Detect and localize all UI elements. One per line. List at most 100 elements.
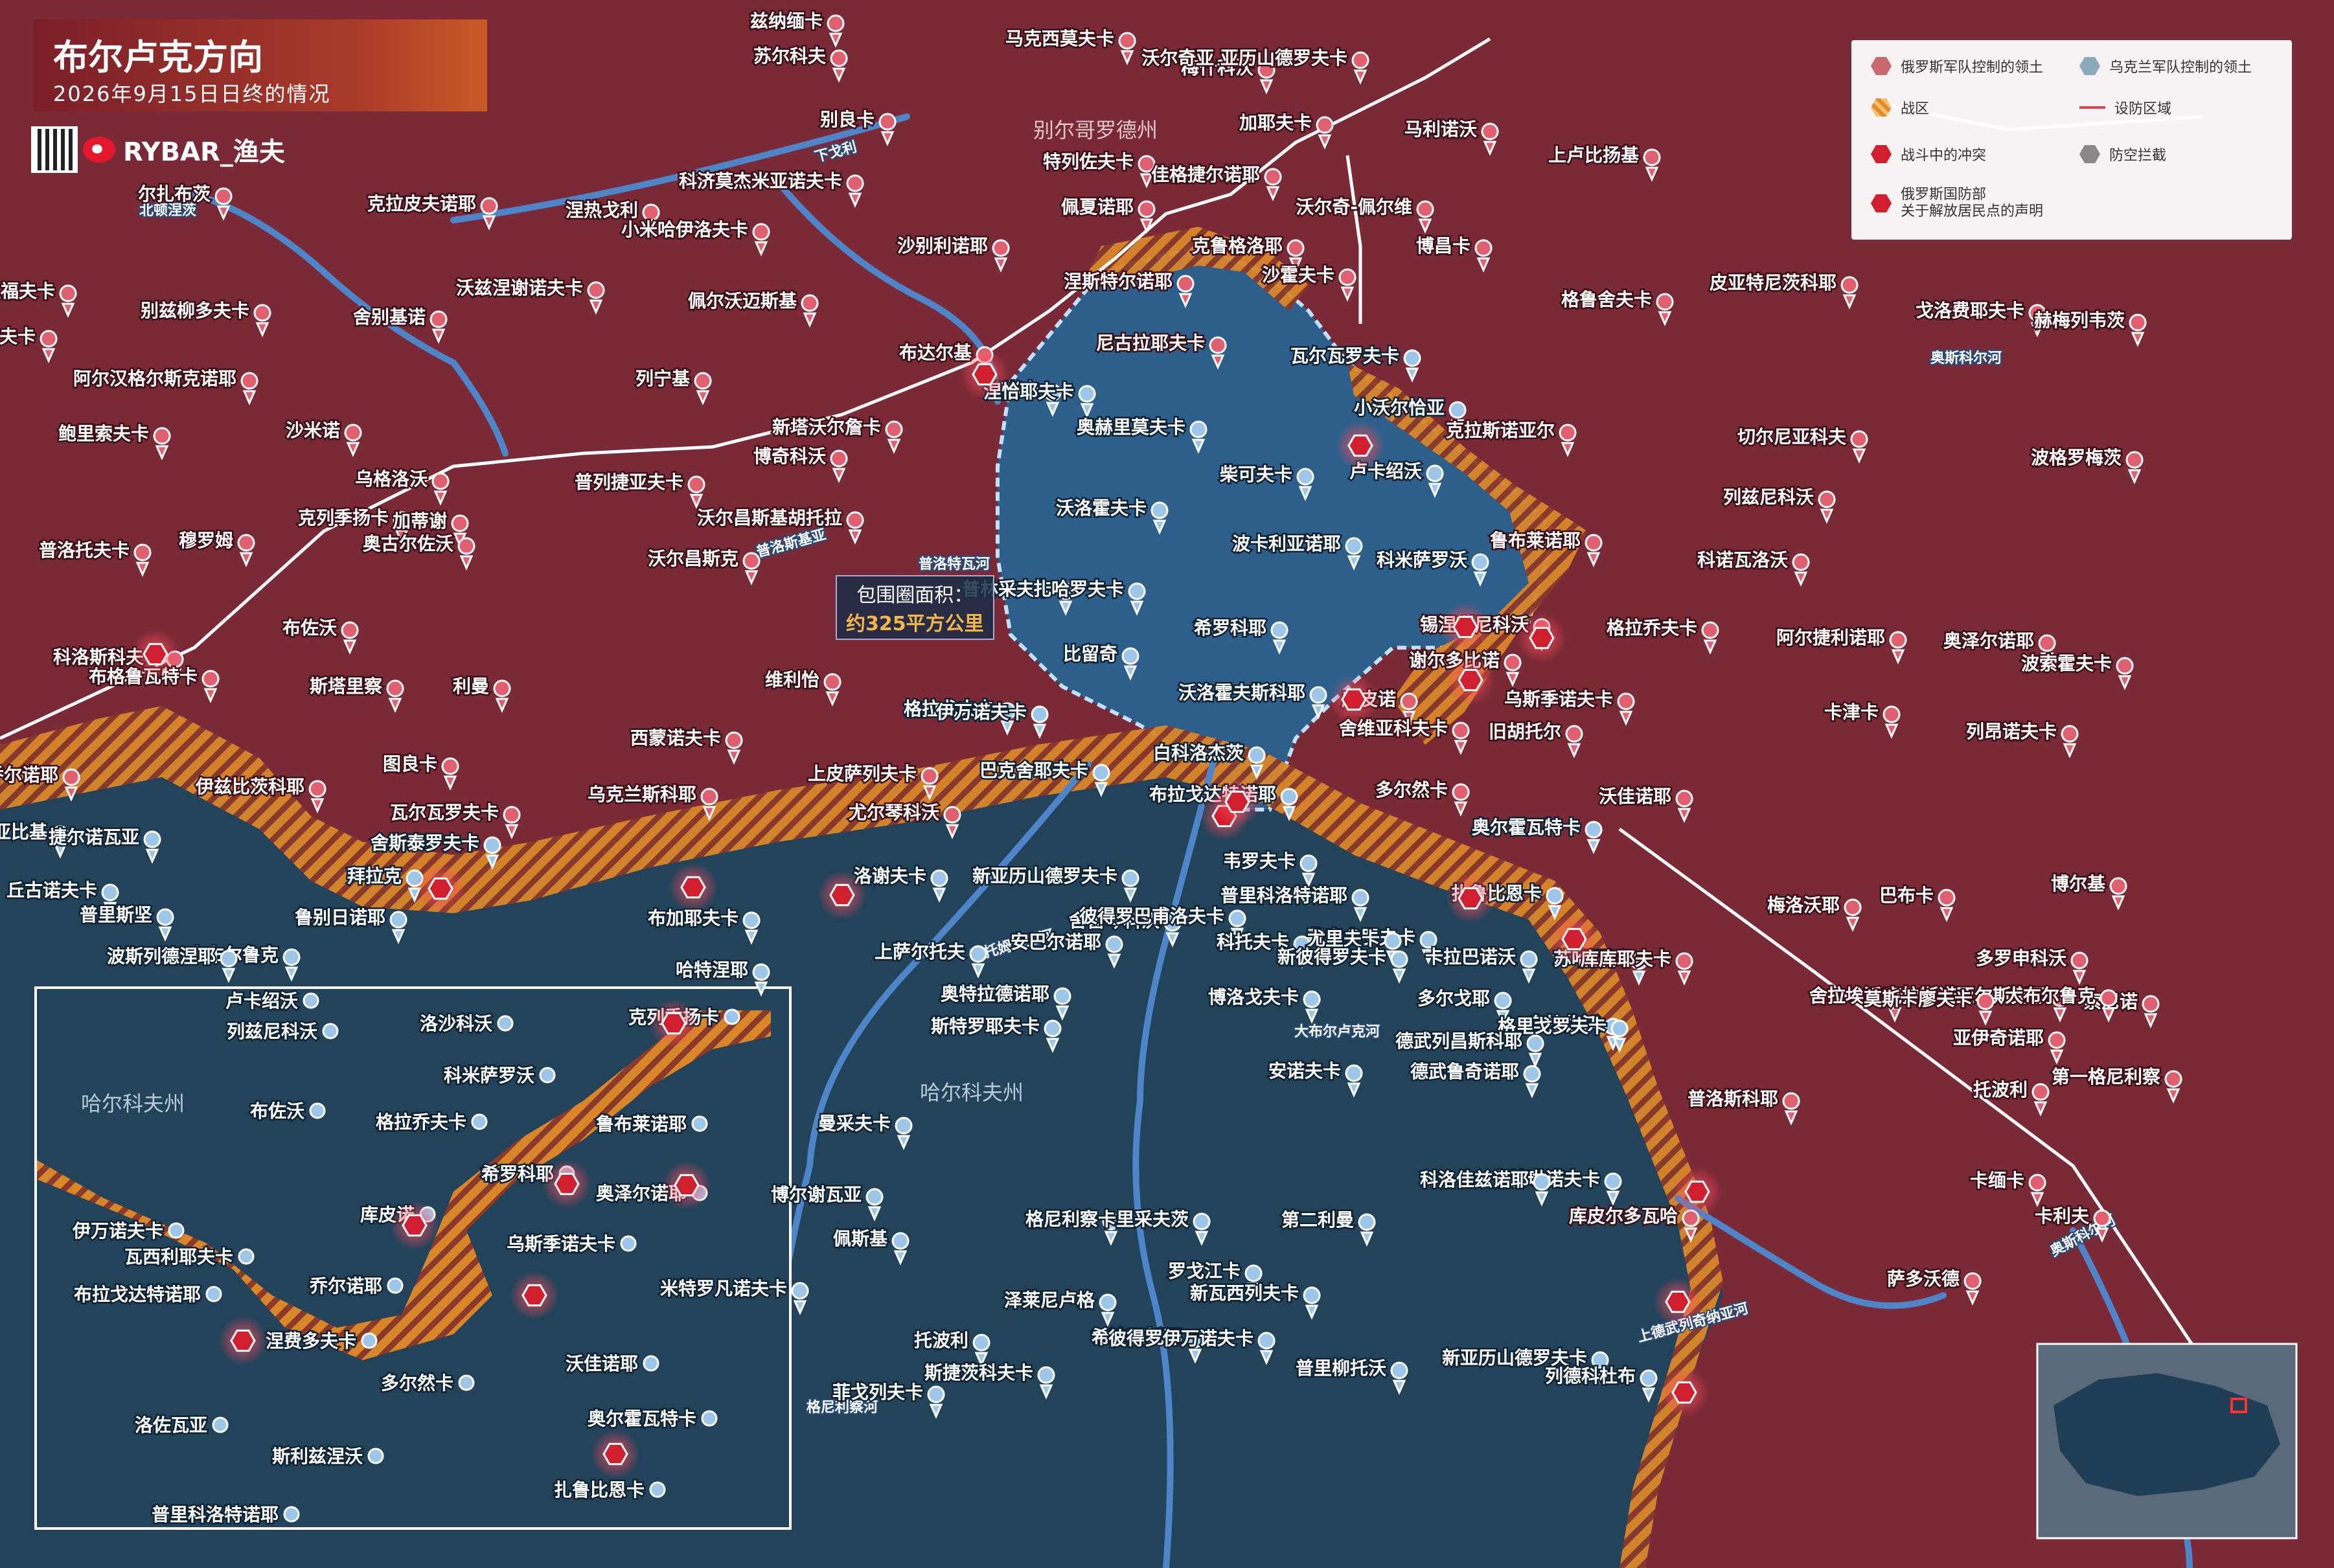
place-label: 尼古拉耶夫卡	[1096, 332, 1205, 354]
place-label: 波卡利亚诺耶	[1232, 533, 1341, 554]
svg-text:北顿涅茨: 北顿涅茨	[139, 203, 196, 219]
inset-pin-icon	[643, 1355, 659, 1372]
inset-place-label: 洛佐瓦亚	[135, 1415, 207, 1436]
clash-icon	[829, 883, 855, 907]
place-label: 哈特涅耶	[676, 959, 748, 981]
clash-icon	[402, 1214, 428, 1237]
legend-combat: 战区	[1871, 97, 1929, 118]
clash-icon	[428, 877, 453, 900]
place-label: 普里柳托沃	[1296, 1358, 1386, 1379]
svg-text:大布尔卢克河: 大布尔卢克河	[1294, 1023, 1380, 1040]
place-label: 里亚比基	[0, 821, 47, 843]
place-label: 普列捷亚夫卡	[575, 472, 683, 493]
place-label: 克拉皮夫诺耶	[367, 193, 476, 214]
region-label-kharkiv: 哈尔科夫州	[920, 1080, 1024, 1105]
place-label: 佩夏诺耶	[1061, 196, 1134, 218]
clash-icon	[1452, 615, 1478, 639]
clash-icon	[1458, 887, 1483, 910]
place-label: 兹纳缅卡	[750, 10, 823, 32]
place-label: 沃佳诺耶	[1599, 786, 1671, 807]
place-label: 博尔基	[2051, 873, 2105, 894]
place-label: 格拉福夫卡	[0, 280, 55, 302]
place-label: 舍别基诺	[353, 306, 426, 328]
place-label: 莫斯卡廖夫卡	[1864, 988, 1973, 1010]
place-label: 白科洛杰茨	[1153, 742, 1244, 764]
inset-pin-icon	[309, 1102, 326, 1119]
place-label: 乔尔诺耶	[0, 764, 58, 786]
legend-clash: 战斗中的冲突	[1871, 144, 1986, 165]
place-label: 巴克舍耶夫卡	[979, 760, 1088, 781]
place-label: 博昌卡	[1416, 235, 1470, 256]
place-label: 罗戈江卡	[1168, 1260, 1241, 1282]
place-label: 图良卡	[383, 753, 437, 775]
place-label: 苏尔科夫	[753, 45, 827, 67]
place-label: 新彼得罗夫卡	[1277, 946, 1386, 968]
place-label: 列宁基	[635, 368, 690, 389]
place-label: 波索霍夫卡	[2021, 653, 2112, 674]
place-label: 彼得罗巴甫洛夫卡	[1079, 905, 1224, 927]
place-label: 乌克兰斯科耶	[588, 784, 696, 805]
clash-icon	[1347, 434, 1373, 457]
clash-icon	[602, 1442, 628, 1466]
place-label: 格鲁舍夫卡	[1561, 289, 1652, 310]
place-label: 新塔沃尔詹卡	[772, 416, 881, 438]
air-defense-icon	[2079, 145, 2100, 163]
clash-icon	[972, 363, 998, 386]
place-label: 布佐沃	[282, 617, 337, 639]
inset-pin-icon	[387, 1277, 404, 1294]
place-label: 普洛托夫卡	[39, 540, 130, 561]
clash-icon	[1671, 1381, 1697, 1404]
place-label: 鲁布莱诺耶	[1490, 530, 1581, 551]
inset-pin-icon	[238, 1248, 255, 1265]
place-label: 戈洛费耶夫卡	[1916, 300, 2024, 321]
place-label: 瓦尔瓦罗夫卡	[1290, 345, 1399, 367]
place-label: 巴布卡	[1879, 885, 1934, 906]
place-label: 穆罗姆	[179, 530, 233, 551]
ru-hex-icon	[1871, 57, 1892, 75]
inset-pin-icon	[701, 1410, 718, 1427]
inset-pin-icon	[649, 1481, 666, 1498]
weibo-icon	[83, 137, 115, 163]
place-label: 奥赫里莫夫卡	[1077, 416, 1185, 438]
place-label: 乌斯季诺夫卡	[1504, 688, 1613, 710]
place-label: 奥尔霍瓦特卡	[1472, 817, 1581, 838]
place-label: 第一格尼利察	[2052, 1066, 2161, 1087]
place-label: 托波利	[1973, 1079, 2028, 1100]
place-label: 沃洛霍夫卡	[1056, 497, 1147, 519]
place-label: 多尔戈耶	[1417, 988, 1490, 1009]
svg-text:奥斯科尔河: 奥斯科尔河	[1930, 350, 2002, 367]
encirclement-area-note: 包围圈面积： 约325平方公里	[836, 575, 994, 640]
place-label: 科诺瓦洛沃	[1697, 549, 1788, 571]
inset-place-label: 布佐沃	[250, 1100, 304, 1122]
place-label: 第二利曼	[1281, 1209, 1354, 1231]
clash-icon	[1871, 145, 1892, 163]
place-label: 梅洛沃耶	[1767, 894, 1840, 916]
place-label: 奥泽尔诺耶	[1943, 630, 2034, 652]
place-label: 德武列昌斯科耶	[1395, 1030, 1522, 1052]
place-label: 佩尔沃迈斯基	[688, 290, 797, 312]
place-label: 斯塔里察	[310, 676, 383, 697]
place-label: 沃尔奇亚 亚历山德罗夫卡	[1141, 47, 1347, 69]
place-label: 阿尔捷利诺耶	[1776, 627, 1885, 648]
place-label: 沃尔昌斯基胡托拉	[697, 507, 842, 528]
place-label: 沃尔奇-佩尔维	[1296, 196, 1412, 218]
place-label: 彼得罗伊万诺夫卡	[1108, 1328, 1253, 1349]
place-label: 佩斯基	[833, 1228, 887, 1249]
place-label: 沙霍夫卡	[1262, 264, 1334, 286]
defense-line-icon	[2079, 106, 2105, 109]
inset-place-label: 卢卡绍沃	[225, 990, 298, 1012]
place-label: 旧胡托尔	[1489, 721, 1561, 742]
page-subtitle: 2026年9月15日日终的情况	[53, 82, 331, 106]
place-label: 多尔然卡	[1375, 779, 1448, 801]
place-label: 科济莫杰米亚诺夫卡	[679, 170, 842, 192]
place-label: 比留奇	[1063, 643, 1117, 665]
inset-pin-icon	[361, 1332, 378, 1349]
place-label: 卡津卡	[1824, 701, 1879, 723]
place-label: 泽莱尼卢格	[1004, 1290, 1095, 1311]
place-label: 斯捷茨科夫卡	[924, 1362, 1033, 1383]
place-label: 克鲁格洛耶	[1192, 235, 1283, 256]
place-label: 上皮萨列夫卡	[808, 763, 917, 784]
inset-region-label: 哈尔科夫州	[81, 1091, 185, 1116]
clash-icon	[143, 642, 168, 666]
svg-text:普洛特瓦河: 普洛特瓦河	[919, 556, 990, 573]
